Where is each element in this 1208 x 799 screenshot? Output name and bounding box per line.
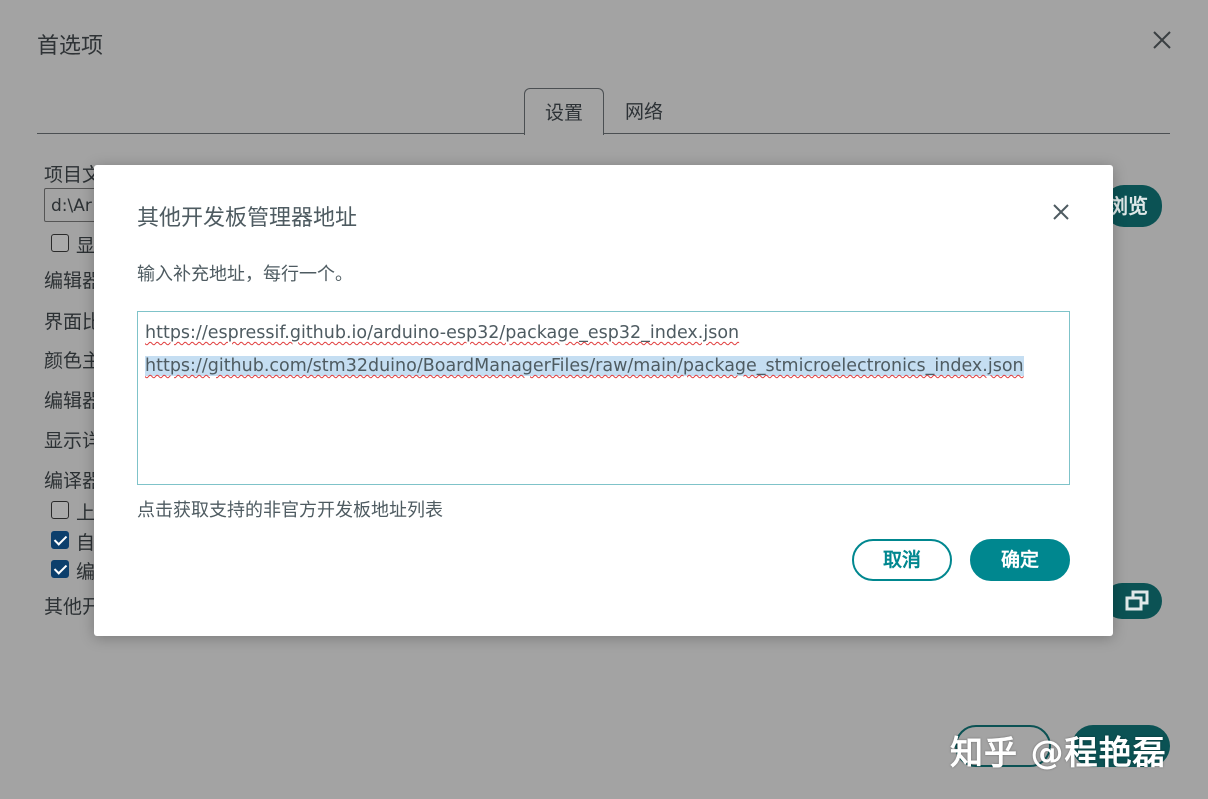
checkbox-autosave-label: 自 <box>76 532 96 554</box>
dialog-title: 其他开发板管理器地址 <box>137 206 358 231</box>
urls-textarea[interactable]: https://espressif.github.io/arduino-esp3… <box>137 311 1070 485</box>
checkbox-upload-verify-label: 上 <box>76 502 96 524</box>
additional-urls-dialog: 其他开发板管理器地址 输入补充地址，每行一个。 https://espressi… <box>94 165 1113 636</box>
url-line: https://espressif.github.io/arduino-esp3… <box>145 323 740 343</box>
checkbox-upload-verify[interactable] <box>51 501 69 519</box>
verbose-output-label: 显示详细 <box>44 430 94 452</box>
tab-settings[interactable]: 设置 <box>524 88 604 135</box>
editor-language-label: 编辑器 <box>44 390 94 412</box>
watermark: 知乎 @程艳磊 <box>950 733 1167 772</box>
checkbox-editor-quick-label: 编 <box>76 561 96 583</box>
checkbox-editor-quick[interactable] <box>51 560 69 578</box>
interface-scale-label: 界面比例 <box>44 311 94 333</box>
url-line-selected: https://github.com/stm32duino/BoardManag… <box>145 356 1024 376</box>
tab-network[interactable]: 网络 <box>610 88 678 134</box>
compiler-warnings-label: 编译器 <box>44 470 94 492</box>
window-icon <box>1125 590 1149 611</box>
checkbox-show[interactable] <box>51 234 69 252</box>
color-theme-label: 颜色主题 <box>44 350 94 372</box>
sketchbook-label: 项目文件夹地址 <box>44 164 94 186</box>
sketchbook-path-field[interactable]: d:\Ar <box>44 188 96 222</box>
dialog-description: 输入补充地址，每行一个。 <box>137 264 353 285</box>
unofficial-boards-link[interactable]: 点击获取支持的非官方开发板地址列表 <box>137 496 443 522</box>
close-icon[interactable] <box>1150 28 1174 52</box>
ok-button[interactable]: 确定 <box>970 539 1070 581</box>
editor-font-label: 编辑器 <box>44 270 94 292</box>
preferences-title: 首选项 <box>37 34 104 59</box>
checkbox-autosave[interactable] <box>51 531 69 549</box>
checkbox-show-label: 显 <box>76 235 96 257</box>
close-icon[interactable] <box>1050 201 1072 223</box>
cancel-button[interactable]: 取消 <box>852 539 952 581</box>
